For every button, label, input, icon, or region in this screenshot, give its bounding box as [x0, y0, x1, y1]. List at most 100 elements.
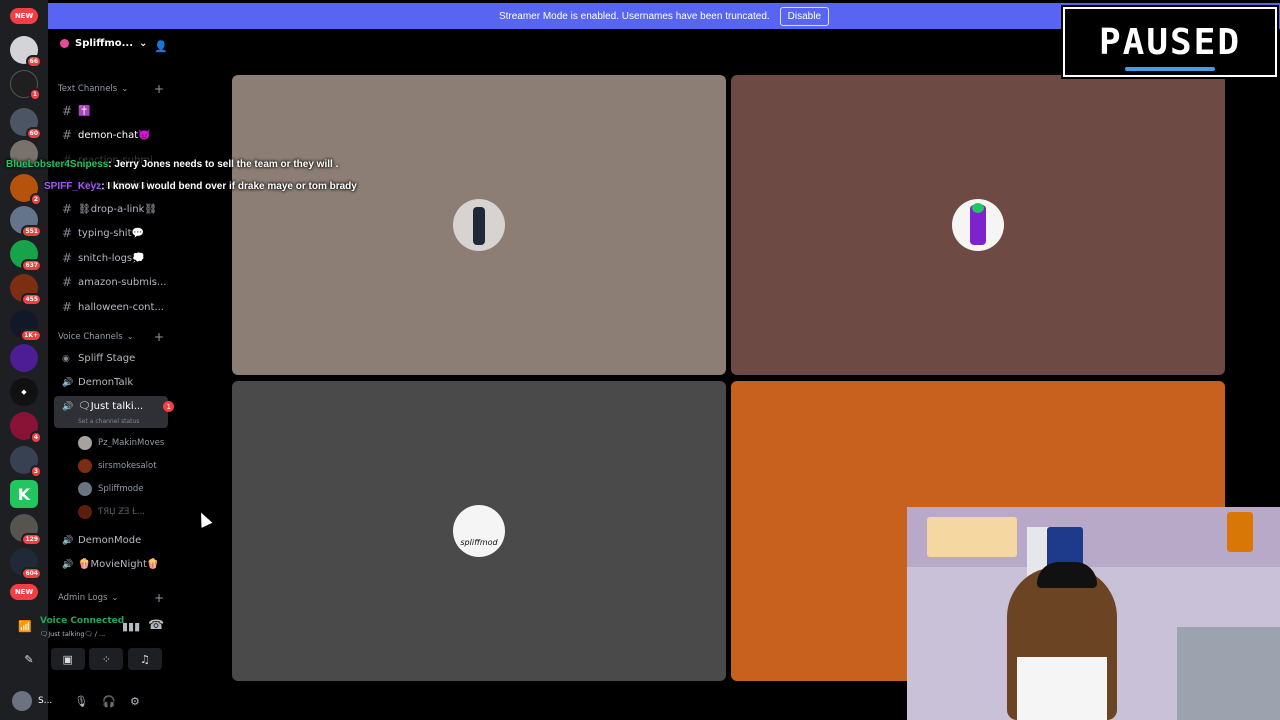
active-voice-channel[interactable]: 🔊 🗨Just talki... 1	[62, 401, 175, 412]
category-admin-logs[interactable]: Admin Logs ⌄	[58, 593, 119, 603]
voice-member[interactable]: ƬЯЏ ƵƎ Ƚ...	[78, 505, 145, 519]
guild-header[interactable]: Spliffmo... ⌄	[60, 38, 147, 49]
channel-status[interactable]: Set a channel status	[78, 418, 139, 425]
server-icon[interactable]: 551	[10, 206, 42, 238]
user-panel: S... 🎙 🎧 ⚙	[12, 688, 172, 714]
channel-item[interactable]: # amazon-submis...	[62, 275, 166, 289]
channel-label: amazon-submis...	[78, 276, 167, 288]
server-icon[interactable]	[10, 344, 38, 372]
server-icon[interactable]: 604	[10, 548, 42, 580]
voice-member[interactable]: Pz_MakinMoves	[78, 436, 164, 450]
channel-item[interactable]: # demon-chat👿	[62, 128, 151, 142]
member-name: Spliffmode	[98, 484, 144, 494]
hash-icon: #	[62, 128, 73, 142]
add-channel-icon[interactable]: +	[154, 330, 164, 344]
video-tile[interactable]: spliffmod	[232, 381, 726, 681]
voice-connected-panel: 📶 Voice Connected 🗨Just talking🗨 / ... ▮…	[12, 612, 172, 648]
channel-label: snitch-logs💭	[78, 252, 145, 264]
hash-icon: #	[62, 226, 73, 240]
headphones-icon[interactable]: 🎧	[102, 695, 116, 708]
server-icon[interactable]: 1	[10, 70, 41, 101]
server-icon[interactable]: ◆	[10, 378, 38, 406]
mention-badge: 1	[163, 401, 175, 412]
server-icon[interactable]: 3	[10, 446, 42, 478]
kick-server-icon[interactable]: K	[10, 480, 38, 508]
voice-channel[interactable]: 🔊 🍿MovieNight🍿	[62, 559, 159, 570]
new-badge[interactable]: NEW	[10, 584, 38, 600]
server-icon[interactable]: 66	[10, 36, 42, 68]
server-icon[interactable]: 60	[10, 108, 42, 140]
chevron-down-icon: ⌄	[121, 84, 129, 94]
channel-label: 🍿MovieNight🍿	[78, 559, 160, 570]
voice-channel[interactable]: 🔊 DemonMode	[62, 535, 141, 546]
stage-channel[interactable]: ◉ Spliff Stage	[62, 353, 135, 364]
speaker-icon: 🔊	[62, 377, 74, 388]
category-voice-channels[interactable]: Voice Channels ⌄	[58, 332, 134, 342]
paused-label: PAUSED	[1098, 21, 1242, 63]
channel-label: DemonTalk	[78, 377, 134, 388]
chevron-down-icon: ⌄	[126, 332, 134, 342]
voice-member[interactable]: sirsmokesalot	[78, 459, 157, 473]
add-channel-icon[interactable]: +	[154, 82, 164, 96]
screen-share-icon[interactable]: ▣	[50, 648, 85, 670]
channel-item[interactable]: # ⛓drop-a-link⛓	[62, 202, 157, 216]
server-icon[interactable]: 455	[10, 274, 42, 306]
new-badge[interactable]: NEW	[10, 8, 38, 24]
member-name: Pz_MakinMoves	[98, 438, 165, 448]
chat-overlay-line: BlueLobster4Snipess: Jerry Jones needs t…	[6, 159, 338, 170]
soundboard-icon[interactable]: ♫	[127, 648, 162, 670]
category-label: Text Channels	[58, 84, 118, 94]
disconnect-icon[interactable]: ☎	[148, 618, 164, 633]
mention-badge: 551	[21, 225, 42, 238]
server-icon[interactable]: 1K+	[10, 310, 42, 342]
stage-icon: ◉	[62, 353, 70, 364]
category-text-channels[interactable]: Text Channels ⌄	[58, 84, 128, 94]
server-icon[interactable]: 4	[10, 412, 42, 444]
badge-label: NEW	[14, 588, 34, 596]
server-icon[interactable]: 2	[10, 174, 42, 206]
video-tile[interactable]	[232, 75, 726, 375]
channel-label: 🗨Just talki...	[78, 401, 144, 412]
activities-icon[interactable]: ⁘	[89, 648, 124, 670]
mention-badge: 1K+	[20, 329, 42, 342]
avatar	[78, 482, 92, 496]
channel-label: DemonMode	[78, 535, 142, 546]
camera-off-icon[interactable]: ✎	[12, 648, 46, 670]
chat-username: SPIFF_Keyz	[44, 181, 102, 192]
gear-icon[interactable]: ⚙	[130, 695, 140, 708]
channel-label: ⛓drop-a-link⛓	[78, 203, 158, 215]
signal-icon[interactable]: 📶	[18, 620, 32, 633]
avatar	[952, 199, 1004, 251]
mention-badge: 66	[25, 55, 42, 68]
chevron-down-icon: ⌄	[111, 593, 119, 603]
add-channel-icon[interactable]: +	[154, 591, 164, 605]
mention-badge: 1	[28, 88, 41, 101]
voice-channel[interactable]: 🔊 DemonTalk	[62, 377, 133, 388]
mention-badge: 129	[21, 533, 42, 546]
voice-connected-title: Voice Connected	[40, 616, 125, 626]
badge-label: NEW	[14, 12, 34, 20]
video-tile[interactable]	[731, 75, 1225, 375]
channel-label: halloween-cont...	[78, 301, 164, 313]
channel-item[interactable]: # snitch-logs💭	[62, 251, 145, 265]
hash-icon: #	[62, 104, 73, 118]
voice-connected-channel[interactable]: 🗨Just talking🗨 / ...	[40, 630, 105, 638]
mention-badge: 604	[21, 567, 42, 580]
microphone-icon[interactable]: 🎙	[74, 695, 88, 708]
avatar[interactable]	[12, 691, 32, 711]
category-label: Voice Channels	[58, 332, 123, 342]
category-label: Admin Logs	[58, 593, 108, 603]
channel-item[interactable]: # ✝️	[62, 104, 90, 118]
paused-overlay: PAUSED	[1061, 5, 1279, 79]
guild-name: Spliffmo...	[75, 38, 134, 49]
disable-button[interactable]: Disable	[779, 6, 830, 26]
noise-suppression-icon[interactable]: ▮▮▮	[122, 620, 140, 633]
channel-item[interactable]: # typing-shit💬	[62, 226, 144, 240]
mention-badge: 4	[29, 431, 42, 444]
channel-item[interactable]: # halloween-cont...	[62, 300, 164, 314]
mention-badge: 455	[21, 293, 42, 306]
voice-member[interactable]: Spliffmode	[78, 482, 143, 496]
invite-icon[interactable]: 👤	[154, 40, 168, 53]
server-icon[interactable]: 129	[10, 514, 42, 546]
server-icon[interactable]: 637	[10, 240, 42, 272]
